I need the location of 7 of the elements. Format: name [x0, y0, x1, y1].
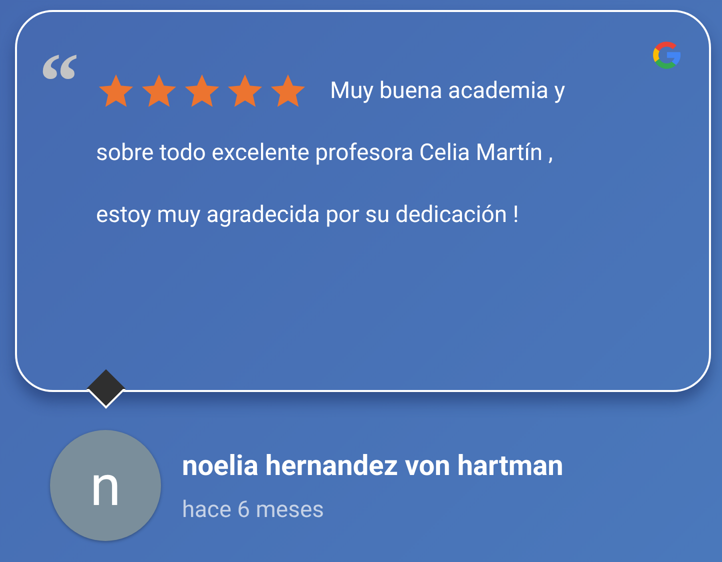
review-text: sobre todo excelente profesora Celia Martín ,: [96, 139, 553, 166]
review-time: hace 6 meses: [182, 496, 326, 522]
quote-mark: “: [39, 42, 79, 122]
review-text: Muy buena academia y: [330, 76, 566, 106]
review-text: estoy muy agradecida por su dedicación !: [96, 201, 519, 228]
author-name: noelia hernandez von hartman: [182, 448, 564, 482]
avatar: n: [50, 430, 161, 541]
